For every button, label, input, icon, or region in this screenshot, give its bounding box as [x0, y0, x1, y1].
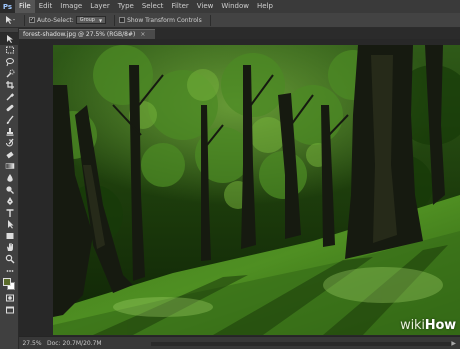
hand-tool-icon[interactable] — [0, 242, 19, 254]
image-canvas[interactable]: wikiHow — [53, 45, 460, 335]
menu-layer[interactable]: Layer — [86, 0, 114, 13]
menu-filter[interactable]: Filter — [167, 0, 192, 13]
auto-select-dropdown[interactable]: Group ▼ — [75, 16, 107, 24]
marquee-tool-icon[interactable] — [0, 45, 19, 57]
photoshop-logo: Ps — [0, 0, 15, 13]
zoom-tool-icon[interactable] — [0, 253, 19, 265]
gradient-tool-icon[interactable] — [0, 161, 19, 173]
options-bar: ✓ Auto-Select: Group ▼ Show Transform Co… — [0, 13, 460, 28]
menu-type[interactable]: Type — [114, 0, 138, 13]
horizontal-scrollbar[interactable] — [151, 342, 451, 346]
menu-bar: Ps File Edit Image Layer Type Select Fil… — [0, 0, 460, 13]
crop-tool-icon[interactable] — [0, 79, 19, 91]
auto-select-group: ✓ Auto-Select: Group ▼ — [29, 16, 107, 24]
quick-mask-icon[interactable] — [0, 292, 19, 304]
extras-icon[interactable] — [0, 265, 19, 277]
move-tool-icon[interactable] — [0, 33, 19, 45]
clone-stamp-tool-icon[interactable] — [0, 126, 19, 138]
menu-image[interactable]: Image — [56, 0, 86, 13]
quick-select-tool-icon[interactable] — [0, 68, 19, 80]
chevron-down-icon: ▼ — [98, 17, 103, 23]
document-tab-title: forest-shadow.jpg @ 27.5% (RGB/8#) — [23, 31, 136, 38]
menu-view[interactable]: View — [193, 0, 218, 13]
blur-tool-icon[interactable] — [0, 172, 19, 184]
healing-brush-tool-icon[interactable] — [0, 103, 19, 115]
auto-select-checkbox[interactable]: ✓ — [29, 17, 35, 23]
shape-tool-icon[interactable] — [0, 230, 19, 242]
lasso-tool-icon[interactable] — [0, 56, 19, 68]
show-transform-label: Show Transform Controls — [127, 16, 202, 24]
pen-tool-icon[interactable] — [0, 195, 19, 207]
document-tab[interactable]: forest-shadow.jpg @ 27.5% (RGB/8#) × — [19, 29, 156, 39]
auto-select-label: Auto-Select: — [37, 16, 74, 24]
menu-window[interactable]: Window — [217, 0, 253, 13]
eyedropper-tool-icon[interactable] — [0, 91, 19, 103]
auto-select-value: Group — [79, 17, 95, 23]
forest-photo — [53, 45, 460, 335]
options-separator — [114, 14, 116, 26]
document-tab-bar: forest-shadow.jpg @ 27.5% (RGB/8#) × — [19, 28, 460, 39]
menu-file[interactable]: File — [15, 0, 35, 13]
eraser-tool-icon[interactable] — [0, 149, 19, 161]
move-tool-preset-icon[interactable] — [0, 13, 20, 28]
photoshop-window: Ps File Edit Image Layer Type Select Fil… — [0, 0, 460, 349]
menu-edit[interactable]: Edit — [35, 0, 57, 13]
tools-panel — [0, 28, 19, 349]
options-separator — [209, 14, 211, 26]
document-workspace: wikiHow — [19, 39, 460, 336]
status-bar: 27.5% Doc: 20.7M/20.7M ▶ — [19, 336, 460, 349]
wikihow-watermark: wikiHow — [400, 318, 456, 333]
dodge-tool-icon[interactable] — [0, 184, 19, 196]
close-icon[interactable]: × — [140, 31, 145, 38]
menu-select[interactable]: Select — [138, 0, 168, 13]
zoom-level[interactable]: 27.5% — [19, 340, 45, 347]
color-swatches[interactable] — [0, 276, 19, 292]
options-separator — [24, 14, 25, 26]
history-brush-tool-icon[interactable] — [0, 137, 19, 149]
path-selection-tool-icon[interactable] — [0, 219, 19, 231]
show-transform-checkbox[interactable] — [119, 17, 126, 23]
brush-tool-icon[interactable] — [0, 114, 19, 126]
show-transform-group: Show Transform Controls — [119, 17, 202, 24]
screen-mode-icon[interactable] — [0, 304, 19, 316]
type-tool-icon[interactable] — [0, 207, 19, 219]
menu-help[interactable]: Help — [253, 0, 277, 13]
foreground-color-swatch[interactable] — [3, 278, 11, 287]
